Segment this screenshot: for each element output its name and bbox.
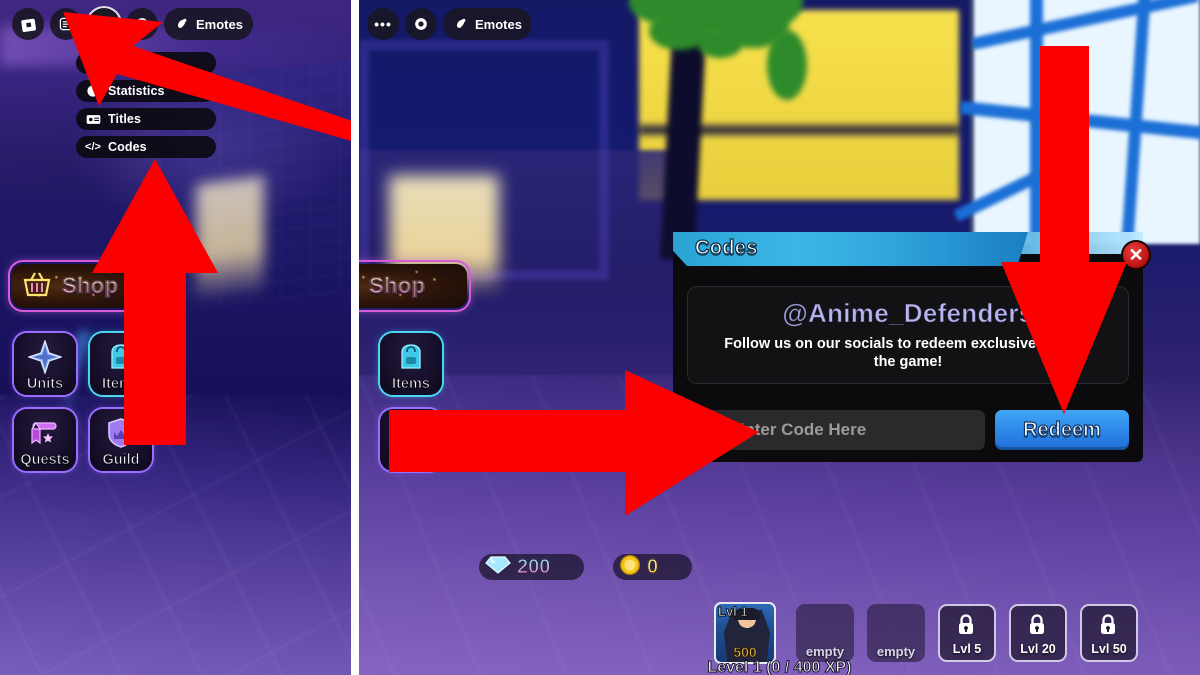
panel-divider (351, 0, 359, 675)
lock-icon (956, 613, 978, 639)
scroll-icon (28, 416, 62, 455)
social-handle: @Anime_Defenders (782, 298, 1034, 329)
hud-slot-4-label: Lvl 20 (1020, 642, 1056, 656)
hud-slot-5-label: Lvl 50 (1091, 642, 1127, 656)
arrow-to-codes (90, 155, 220, 445)
guild-button-label-left: Guild (102, 452, 140, 469)
lock-icon (1027, 613, 1049, 639)
left-panel-step-1: ••• Emotes Settings (0, 0, 351, 675)
unit-level-tag: Lvl 1 (718, 604, 749, 620)
gem-value: 200 (516, 555, 551, 578)
shop-button-label-right: Shop (368, 272, 426, 298)
basket-icon (20, 269, 54, 304)
hud-slot-2[interactable]: empty (867, 604, 925, 662)
coin-value: 0 (646, 555, 659, 578)
arrow-to-more-options (55, 0, 351, 144)
hud-slot-4-locked[interactable]: Lvl 20 (1009, 604, 1067, 662)
hud-slot-3-label: Lvl 5 (952, 642, 982, 656)
star-gem-icon (26, 338, 64, 379)
gem-icon (485, 555, 511, 580)
hud-slot-5-locked[interactable]: Lvl 50 (1080, 604, 1138, 662)
lock-icon (1098, 613, 1120, 639)
coin-icon (619, 554, 641, 581)
bottom-hud: 200 0 Lvl 1 500 empty empty Lvl 5 Lvl 20… (359, 547, 1200, 675)
shop-button-right[interactable]: Shop (359, 262, 469, 310)
xp-progress-text: Level 1 (0 / 400 XP) (707, 659, 852, 675)
coin-counter: 0 (613, 554, 693, 581)
redeem-button-label: Redeem (1022, 418, 1101, 441)
right-panel-step-2: ••• Emotes Shop Items @Anime_Defenders F… (359, 0, 1200, 675)
hud-slot-1[interactable]: empty (796, 604, 854, 662)
arrow-to-code-input (389, 368, 759, 520)
arrow-to-redeem (999, 46, 1129, 416)
codes-dialog-header: Codes (673, 232, 1028, 266)
screenshot-root: ••• Emotes Settings (0, 0, 1200, 675)
hud-slot-2-label: empty (876, 644, 916, 659)
hud-slot-1-label: empty (805, 644, 845, 659)
units-button[interactable]: Units (14, 333, 76, 395)
codes-dialog-title: Codes (694, 236, 758, 259)
quests-button-label: Quests (20, 452, 70, 469)
basket-icon (359, 269, 361, 304)
gem-counter: 200 (479, 554, 585, 580)
quests-button[interactable]: Quests (14, 409, 76, 471)
units-button-label: Units (26, 376, 64, 393)
hud-slot-3-locked[interactable]: Lvl 5 (938, 604, 996, 662)
equipped-unit-card[interactable]: Lvl 1 500 (714, 602, 776, 664)
close-label: ✕ (1128, 245, 1144, 265)
redeem-button[interactable]: Redeem (995, 410, 1129, 450)
unit-cost: 500 (733, 644, 757, 661)
